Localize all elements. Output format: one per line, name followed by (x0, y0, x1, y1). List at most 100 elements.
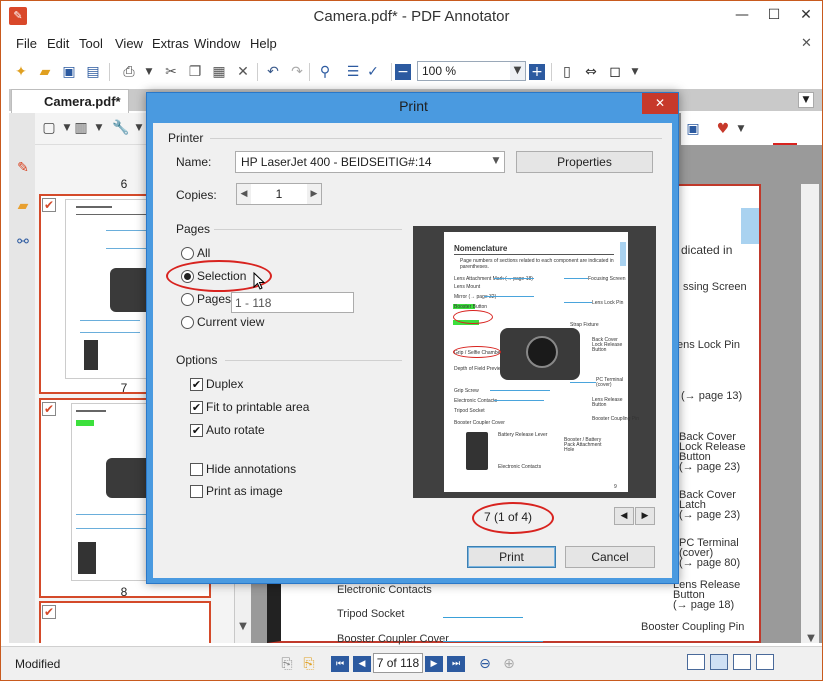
undo-icon[interactable]: ↶ (263, 62, 283, 82)
bookmark-icon[interactable]: ✓ (363, 62, 383, 82)
duplex-checkbox[interactable]: ✔ (190, 378, 203, 391)
print-button[interactable]: Print (467, 546, 556, 568)
doc-text: Booster Coupler Cover (337, 633, 449, 645)
auto-rotate-label: Auto rotate (206, 423, 265, 437)
favorites-heart-icon[interactable]: ♥ (713, 119, 733, 139)
thumbnail-page-9[interactable] (39, 601, 211, 643)
doc-text: ens Lock Pin (677, 339, 740, 351)
paste-icon[interactable]: ▦ (209, 62, 229, 82)
page-range-input[interactable]: 1 - 118 (231, 292, 354, 313)
next-page-icon[interactable]: ▶ (425, 656, 443, 672)
properties-button[interactable]: Properties (516, 151, 653, 173)
close-button[interactable]: ✕ (790, 1, 822, 30)
copies-value[interactable]: 1 (251, 187, 307, 201)
fit-width-icon[interactable]: ⇔ (581, 62, 601, 82)
cut-icon[interactable]: ✂ (161, 62, 181, 82)
tab-list-dropdown-icon[interactable]: ▼ (798, 92, 814, 108)
find-binoculars-icon[interactable]: ⚲ (315, 62, 335, 82)
page-layout-icon[interactable]: ▥ (71, 118, 91, 138)
copies-decrement-icon[interactable]: ◀ (237, 184, 251, 204)
print-dropdown-icon[interactable]: ▼ (139, 62, 159, 82)
history-back-icon[interactable]: ⎘ (277, 654, 297, 674)
hide-annotations-label: Hide annotations (206, 462, 297, 476)
menu-edit[interactable]: Edit (47, 36, 69, 51)
thumbnail-checkbox[interactable]: ✔ (42, 605, 56, 619)
previous-page-icon[interactable]: ◀ (353, 656, 371, 672)
hide-annotations-checkbox[interactable] (190, 463, 203, 476)
save-as-icon[interactable]: ▤ (83, 62, 103, 82)
document-scrollbar[interactable] (801, 184, 819, 643)
find-annotations-icon[interactable]: ☰ (343, 62, 363, 82)
insert-image-icon[interactable]: ▣ (683, 119, 703, 139)
menu-tool[interactable]: Tool (79, 36, 103, 51)
last-page-icon[interactable]: ⏭ (447, 656, 465, 672)
radio-pages[interactable] (181, 293, 194, 306)
doc-text: (→ page 18) (673, 599, 735, 611)
doc-scroll-down-icon[interactable]: ▼ (803, 633, 819, 647)
copies-stepper[interactable]: ◀ 1 ▶ (236, 183, 322, 205)
thumbnail-checkbox[interactable]: ✔ (42, 402, 56, 416)
tools-wrench-icon[interactable]: 🔧 (111, 118, 131, 138)
group-divider (210, 138, 662, 139)
printer-name-combo[interactable]: HP LaserJet 400 - BEIDSEITIG#:14 (235, 151, 505, 173)
navigate-forward-icon[interactable]: ⊕ (499, 654, 519, 674)
view-dropdown-icon[interactable]: ▼ (625, 62, 645, 82)
save-icon[interactable]: ▣ (59, 62, 79, 82)
copies-increment-icon[interactable]: ▶ (307, 184, 321, 204)
menu-help[interactable]: Help (250, 36, 277, 51)
scroll-down-icon[interactable]: ▼ (235, 621, 251, 635)
preview-previous-icon[interactable]: ◀ (614, 507, 634, 525)
zoom-dropdown-icon[interactable]: ▼ (510, 62, 525, 80)
auto-rotate-checkbox[interactable]: ✔ (190, 424, 203, 437)
continuous-view-icon[interactable] (710, 654, 728, 670)
new-page-icon[interactable]: ▢ (39, 118, 59, 138)
menu-view[interactable]: View (115, 36, 143, 51)
menu-window[interactable]: Window (194, 36, 240, 51)
notes-icon[interactable]: ▰ (13, 193, 33, 219)
doc-text: (→ page 23) (679, 461, 741, 473)
single-page-view-icon[interactable] (687, 654, 705, 670)
print-icon[interactable]: ⎙ (119, 62, 139, 82)
redo-icon[interactable]: ↷ (287, 62, 307, 82)
fit-printable-checkbox[interactable]: ✔ (190, 401, 203, 414)
fit-printable-label: Fit to printable area (206, 400, 310, 414)
preview-label: Back Cover Lock Release Button (592, 337, 623, 353)
first-page-icon[interactable]: ⏮ (331, 656, 349, 672)
attachment-clip-icon[interactable]: ⚯ (13, 229, 33, 255)
fullscreen-icon[interactable]: ◻ (605, 62, 625, 82)
dialog-close-button[interactable]: ✕ (642, 93, 678, 114)
zoom-in-icon[interactable]: + (529, 64, 545, 80)
copy-icon[interactable]: ❐ (185, 62, 205, 82)
annotation-pen-icon[interactable]: ✎ (13, 155, 33, 181)
cancel-button[interactable]: Cancel (565, 546, 655, 568)
preview-next-icon[interactable]: ▶ (635, 507, 655, 525)
thumbnail-checkbox[interactable]: ✔ (42, 198, 56, 212)
open-folder-icon[interactable]: ▰ (35, 62, 55, 82)
printer-dropdown-icon[interactable]: ▼ (489, 156, 503, 166)
minimize-button[interactable]: — (726, 1, 758, 30)
maximize-button[interactable]: ☐ (758, 1, 790, 30)
preview-label: Strap Fixture (570, 322, 599, 328)
pen-color-swatch[interactable] (773, 143, 797, 145)
radio-current-view[interactable] (181, 316, 194, 329)
fit-page-icon[interactable]: ▯ (557, 62, 577, 82)
delete-icon[interactable]: ✕ (233, 62, 253, 82)
preview-label: Lens Lock Pin (592, 300, 624, 306)
zoom-out-icon[interactable]: − (395, 64, 411, 80)
menu-extras[interactable]: Extras (152, 36, 189, 51)
menu-file[interactable]: File (16, 36, 37, 51)
document-close-icon[interactable]: ✕ (801, 36, 812, 51)
page-layout-dropdown-icon[interactable]: ▼ (89, 118, 109, 138)
tab-camera-pdf[interactable]: Camera.pdf* (11, 89, 129, 113)
favorites-dropdown-icon[interactable]: ▼ (731, 119, 751, 139)
new-document-icon[interactable]: ✦ (11, 62, 31, 82)
printer-group-label: Printer (168, 131, 204, 145)
options-group-label: Options (176, 353, 218, 367)
two-page-continuous-view-icon[interactable] (756, 654, 774, 670)
radio-all[interactable] (181, 247, 194, 260)
two-page-view-icon[interactable] (733, 654, 751, 670)
print-as-image-checkbox[interactable] (190, 485, 203, 498)
page-indicator[interactable]: 7 of 118 (373, 653, 423, 673)
navigate-back-icon[interactable]: ⊖ (475, 654, 495, 674)
history-forward-icon[interactable]: ⎘ (299, 654, 319, 674)
